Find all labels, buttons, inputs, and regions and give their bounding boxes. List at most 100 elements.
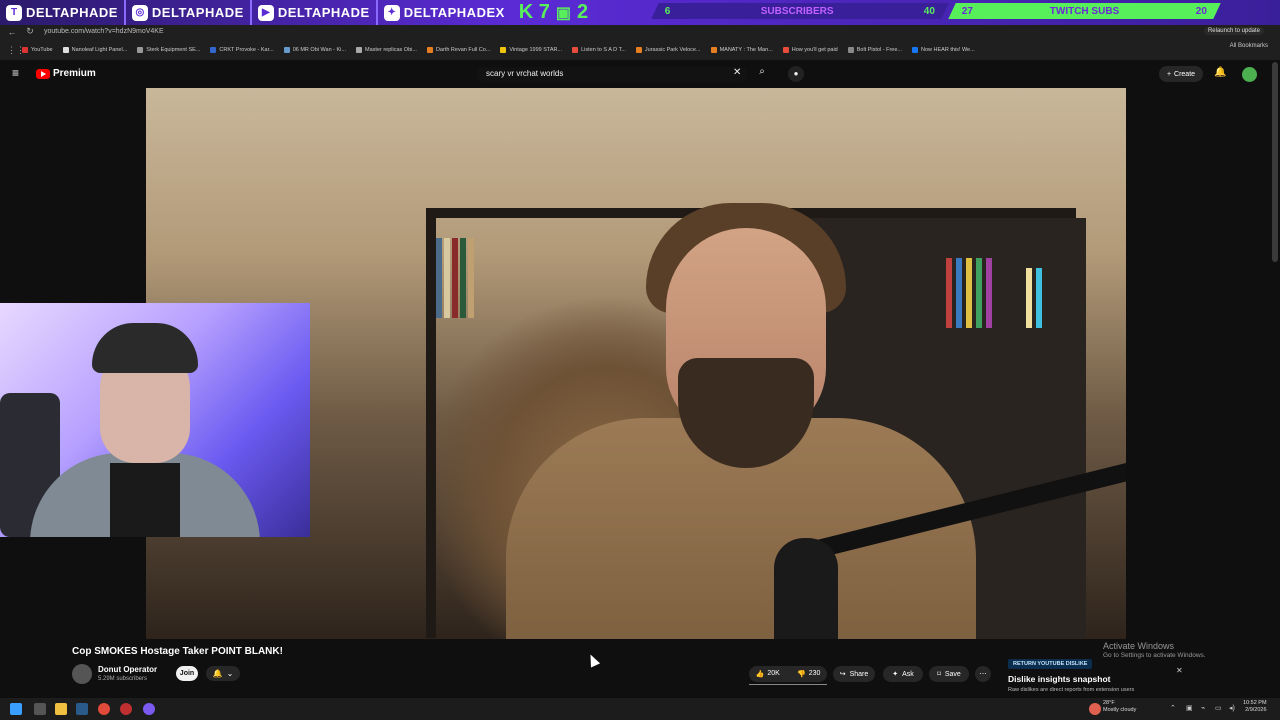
relaunch-button[interactable]: Relaunch to update xyxy=(1203,27,1264,35)
bookmark[interactable]: YouTube xyxy=(22,47,53,53)
subscription-bell-button[interactable]: 🔔 ⌄ xyxy=(206,666,240,681)
steam-icon[interactable] xyxy=(76,703,88,715)
book xyxy=(436,238,442,318)
channel-avatar[interactable] xyxy=(72,664,92,684)
system-clock[interactable]: 10:52 PM 2/9/2026 xyxy=(1243,700,1267,714)
all-bookmarks-button[interactable]: All Bookmarks xyxy=(1230,43,1268,49)
like-button[interactable]: 👍 20K xyxy=(756,670,780,678)
book xyxy=(956,258,962,328)
bookmark-label: How you'll get paid xyxy=(791,47,838,53)
hamburger-menu-icon[interactable]: ≡ xyxy=(12,67,24,80)
windows-taskbar xyxy=(0,698,1280,720)
facebook-icon xyxy=(912,47,918,53)
chrome-icon[interactable] xyxy=(98,703,110,715)
dislike-count: 230 xyxy=(808,670,821,677)
book xyxy=(1026,268,1032,328)
twitch-icon: T xyxy=(6,4,22,21)
page-scrollbar[interactable] xyxy=(1272,62,1278,262)
k7-number: 2 xyxy=(577,1,589,23)
notifications-bell-icon[interactable]: 🔔 xyxy=(1214,67,1226,78)
bookmark-label: 06 MR Obi Wan - Ki... xyxy=(292,47,346,53)
like-dislike-group: 👍 20K 👎 230 xyxy=(749,666,827,682)
ask-label: Ask xyxy=(902,670,914,678)
bookmark-label: MANATY : The Man... xyxy=(719,47,773,53)
bookmark-label: Now HEAR this! We... xyxy=(921,47,975,53)
favicon-icon xyxy=(710,47,717,53)
monitor-icon[interactable]: ▭ xyxy=(1215,704,1223,712)
create-button[interactable]: + Create xyxy=(1159,66,1203,82)
usb-icon[interactable]: ⌁ xyxy=(1201,704,1209,712)
app-icon[interactable] xyxy=(120,703,132,715)
save-button[interactable]: ⌑ Save xyxy=(929,666,969,682)
microphone-icon[interactable]: ● xyxy=(788,66,804,82)
book xyxy=(444,238,450,318)
join-button[interactable]: Join xyxy=(176,666,198,681)
bookmark[interactable]: CRKT Provoke - Kar... xyxy=(210,47,274,53)
favicon-icon xyxy=(355,47,362,53)
discord-icon[interactable] xyxy=(143,703,155,715)
account-avatar[interactable] xyxy=(1242,67,1257,82)
bookmark[interactable]: Sterk Equipment SE... xyxy=(137,47,200,53)
url-text[interactable]: youtube.com/watch?v=hdzN9moV4KE xyxy=(44,28,164,35)
logo-text: Premium xyxy=(53,68,96,79)
ryd-title: Dislike insights snapshot xyxy=(1008,674,1111,684)
bookmark[interactable]: Jurassic Park Veloce... xyxy=(635,47,701,53)
book xyxy=(468,238,474,318)
plus-icon: + xyxy=(1166,70,1172,78)
share-button[interactable]: ↪ Share xyxy=(833,666,875,682)
book xyxy=(976,258,982,328)
channel-name[interactable]: Donut Operator xyxy=(98,665,157,674)
bookmark[interactable]: 06 MR Obi Wan - Ki... xyxy=(283,47,346,53)
file-explorer-icon[interactable] xyxy=(55,703,67,715)
bookmark-label: Bolt Pistol - Free... xyxy=(856,47,902,53)
close-icon[interactable]: ✕ xyxy=(1176,666,1183,675)
twitch-goal-target: 20 xyxy=(1195,5,1207,17)
weather-desc: Mostly cloudy xyxy=(1103,707,1137,713)
favicon-icon xyxy=(426,47,433,53)
more-actions-button[interactable]: ⋯ xyxy=(975,666,991,682)
favicon-icon xyxy=(210,47,217,53)
bookmark[interactable]: Darth Revan Full Co... xyxy=(426,47,490,53)
dislike-button[interactable]: 👎 230 xyxy=(797,670,820,678)
chevron-up-icon[interactable]: ⌃ xyxy=(1170,704,1178,712)
social-instagram: ◎ DELTAPHADE xyxy=(126,0,252,25)
back-icon[interactable]: ← xyxy=(6,26,18,38)
bookmark[interactable]: Bolt Pistol - Free... xyxy=(847,47,902,53)
bookmarks-bar: ⋮⋮ YouTube Nanoleaf Light Panel... Sterk… xyxy=(0,43,1280,57)
social-twitter: ✦ DELTAPHADEX xyxy=(378,0,511,25)
reload-icon[interactable]: ↻ xyxy=(24,26,36,38)
save-label: Save xyxy=(944,670,961,678)
tray-app-icon[interactable]: ▣ xyxy=(1186,704,1194,712)
k7-logo: K 7 ▣ 2 xyxy=(519,1,588,24)
volume-icon[interactable]: ◂) xyxy=(1229,704,1237,712)
social-name: DELTAPHADE xyxy=(151,5,244,20)
windows-start-icon[interactable] xyxy=(10,703,22,715)
apps-icon[interactable]: ⋮⋮ xyxy=(7,44,25,56)
bookmark[interactable]: Listen to S A D T... xyxy=(572,47,626,53)
favicon-icon xyxy=(283,47,290,53)
subscriber-goal-label: SUBSCRIBERS xyxy=(760,5,834,17)
youtube-logo[interactable]: Premium xyxy=(36,68,96,79)
youtube-header: ≡ Premium scary vr vrchat worlds xyxy=(0,60,1280,88)
favicon-icon xyxy=(62,47,69,53)
bookmark-label: Jurassic Park Veloce... xyxy=(644,47,701,53)
social-name: DELTAPHADE xyxy=(277,5,370,20)
bookmark[interactable]: Master replicas Obi... xyxy=(355,47,417,53)
streamer-webcam xyxy=(0,303,310,537)
bookmark[interactable]: Now HEAR this! We... xyxy=(912,47,975,53)
bookmark[interactable]: Nanoleaf Light Panel... xyxy=(62,47,127,53)
instagram-icon: ◎ xyxy=(131,4,148,21)
weather-widget[interactable]: 28°F Mostly cloudy xyxy=(1103,700,1136,714)
search-input[interactable]: scary vr vrchat worlds xyxy=(476,67,748,82)
ask-button[interactable]: ✦ Ask xyxy=(883,666,923,682)
search-icon[interactable]: ⌕ xyxy=(752,66,772,82)
webcam-shirt xyxy=(110,463,180,537)
bookmark-label: YouTube xyxy=(31,47,53,53)
social-twitch: T DELTAPHADE xyxy=(0,0,126,25)
bookmark[interactable]: MANATY : The Man... xyxy=(710,47,773,53)
clear-search-icon[interactable]: ✕ xyxy=(733,67,741,78)
bookshelf xyxy=(426,218,436,638)
bookmark[interactable]: How you'll get paid xyxy=(782,47,838,53)
task-view-icon[interactable] xyxy=(34,703,46,715)
bookmark[interactable]: Vintage 1999 STAR... xyxy=(500,47,562,53)
